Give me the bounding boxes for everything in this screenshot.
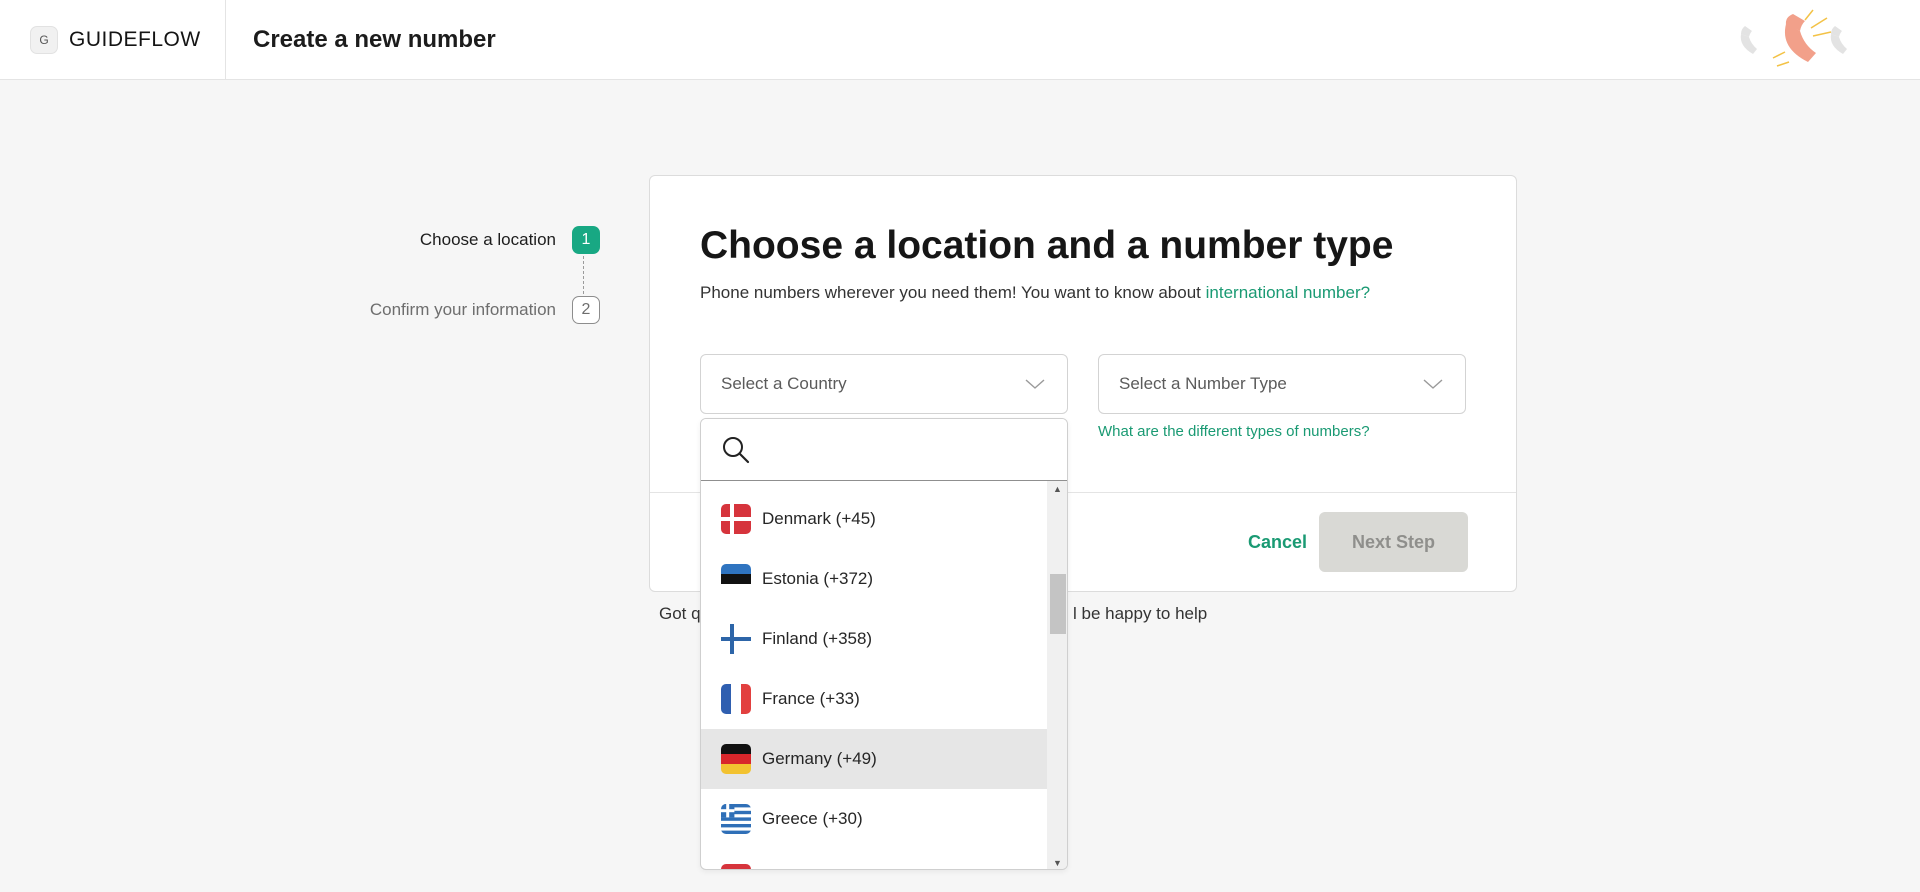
step-choose-location: Choose a location 1 xyxy=(420,226,600,254)
brand-badge: G xyxy=(30,26,58,54)
scrollbar-thumb[interactable] xyxy=(1050,574,1066,634)
page-title: Create a new number xyxy=(253,26,496,53)
chevron-down-icon xyxy=(1423,379,1443,389)
france-flag-icon xyxy=(721,684,751,714)
country-option-france[interactable]: France (+33) xyxy=(701,669,1047,729)
country-option-greece[interactable]: Greece (+30) xyxy=(701,789,1047,849)
step-number-badge: 2 xyxy=(572,296,600,324)
country-select-placeholder: Select a Country xyxy=(721,374,847,393)
number-type-select[interactable]: Select a Number Type xyxy=(1098,354,1466,414)
scroll-down-arrow-icon[interactable]: ▼ xyxy=(1047,855,1067,869)
step-connector xyxy=(583,256,584,294)
country-option-label: France (+33) xyxy=(762,689,860,708)
help-text-right: l be happy to help xyxy=(1073,604,1208,623)
greece-flag-icon xyxy=(721,804,751,834)
country-option-label: Germany (+49) xyxy=(762,749,877,768)
country-option-denmark[interactable]: Denmark (+45) xyxy=(701,489,1047,549)
estonia-flag-icon xyxy=(721,564,751,594)
phones-illustration-icon xyxy=(1740,9,1847,67)
country-option-label: Finland (+358) xyxy=(762,629,873,648)
dropdown-scrollbar[interactable]: ▲ ▼ xyxy=(1047,481,1067,869)
top-header: G GUIDEFLOW Create a new number xyxy=(0,0,1920,80)
chevron-down-icon xyxy=(1025,379,1045,389)
number-type-select-placeholder: Select a Number Type xyxy=(1119,374,1287,393)
brand-logo[interactable]: G GUIDEFLOW xyxy=(30,0,201,80)
cancel-button[interactable]: Cancel xyxy=(1248,532,1307,553)
card-title: Choose a location and a number type xyxy=(700,224,1394,267)
header-divider xyxy=(225,0,226,80)
germany-flag-icon xyxy=(721,744,751,774)
country-option-label: Estonia (+372) xyxy=(762,569,874,588)
international-number-link[interactable]: international number? xyxy=(1206,283,1370,302)
country-select[interactable]: Select a Country xyxy=(700,354,1068,414)
country-option-next-partial[interactable] xyxy=(701,849,1047,869)
step-number-badge: 1 xyxy=(572,226,600,254)
country-option-label: Greece (+30) xyxy=(762,809,863,828)
scroll-up-arrow-icon[interactable]: ▲ xyxy=(1047,481,1067,497)
country-option-finland[interactable]: Finland (+358) xyxy=(701,609,1047,669)
country-option-estonia[interactable]: Estonia (+372) xyxy=(701,549,1047,609)
country-option-label: Denmark (+45) xyxy=(762,509,876,528)
country-list: Denmark (+45) Estonia (+372) Finland (+3… xyxy=(701,481,1047,869)
next-step-button[interactable]: Next Step xyxy=(1319,512,1468,572)
step-label: Choose a location xyxy=(419,230,556,249)
country-dropdown: Denmark (+45) Estonia (+372) Finland (+3… xyxy=(700,418,1068,870)
finland-flag-icon xyxy=(721,624,751,654)
step-label: Confirm your information xyxy=(369,300,556,319)
help-text-left: Got q xyxy=(659,604,701,623)
country-search-input[interactable] xyxy=(763,431,1053,469)
denmark-flag-icon xyxy=(721,504,751,534)
number-types-help-link[interactable]: What are the different types of numbers? xyxy=(1098,423,1370,440)
step-confirm-information: Confirm your information 2 xyxy=(370,296,600,324)
search-icon xyxy=(723,437,750,464)
card-subtitle-text: Phone numbers wherever you need them! Yo… xyxy=(700,283,1201,302)
brand-name: GUIDEFLOW xyxy=(69,28,201,51)
country-search-bar xyxy=(701,419,1067,481)
country-option-germany[interactable]: Germany (+49) xyxy=(701,729,1047,789)
flag-icon xyxy=(721,864,751,869)
card-subtitle: Phone numbers wherever you need them! Yo… xyxy=(700,283,1370,303)
